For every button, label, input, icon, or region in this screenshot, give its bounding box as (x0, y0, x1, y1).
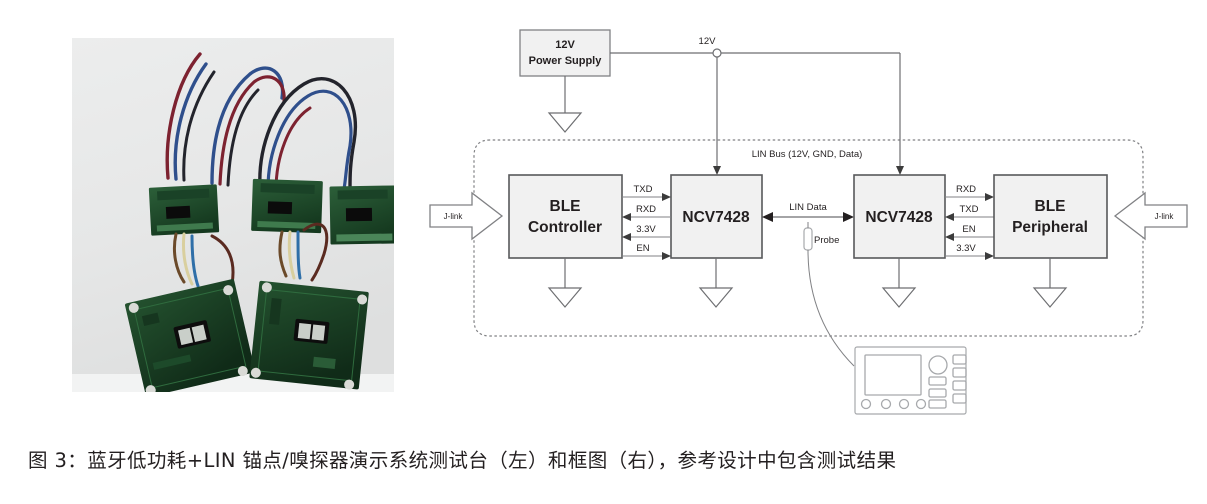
rail-junction-node (712, 48, 722, 58)
block-diagram-svg: 12V Power Supply 12V LIN Bus (12V, GND, … (429, 29, 1188, 415)
power-supply-line2: Power Supply (529, 55, 603, 67)
probe-label: Probe (814, 235, 839, 246)
figure-container: 12V Power Supply 12V LIN Bus (12V, GND, … (0, 0, 1207, 504)
power-supply-line1: 12V (555, 39, 575, 51)
ground-symbol-ncv7428-left (698, 287, 734, 308)
left-signal-bundle: TXD RXD 3.3V EN (622, 184, 671, 260)
rail-12v-label: 12V (699, 36, 717, 47)
ground-symbol-ble-controller (547, 287, 583, 308)
signal-label-txd-left: TXD (634, 184, 653, 195)
signal-label-rxd-left: RXD (636, 204, 656, 215)
signal-label-txd-right: TXD (960, 204, 979, 215)
power-supply-block (519, 29, 611, 77)
ground-symbol-ble-peripheral (1032, 287, 1068, 308)
probe: Probe (803, 222, 855, 367)
lin-data-label: LIN Data (789, 202, 827, 213)
ble-controller-block (508, 174, 623, 259)
jlink-right-label: J-link (1155, 212, 1175, 221)
ble-controller-line2: Controller (528, 219, 602, 236)
signal-label-3v3-right: 3.3V (956, 243, 976, 254)
testbench-photo (72, 38, 394, 392)
signal-label-3v3-left: 3.3V (636, 224, 656, 235)
jlink-left-label: J-link (444, 212, 464, 221)
jlink-left: J-link (429, 191, 504, 241)
ground-symbol-psu (547, 112, 583, 133)
ble-peripheral-line2: Peripheral (1012, 219, 1088, 236)
lin-data-link: LIN Data (762, 202, 854, 222)
block-diagram: 12V Power Supply 12V LIN Bus (12V, GND, … (410, 0, 1207, 440)
ble-controller-line1: BLE (550, 198, 581, 215)
right-signal-bundle: RXD TXD EN 3.3V (945, 184, 994, 260)
ble-peripheral-block (993, 174, 1108, 259)
lin-bus-label: LIN Bus (12V, GND, Data) (752, 149, 863, 160)
signal-label-rxd-right: RXD (956, 184, 976, 195)
figure-caption: 图 3：蓝牙低功耗+LIN 锚点/嗅探器演示系统测试台（左）和框图（右），参考设… (28, 449, 897, 472)
signal-label-en-right: EN (962, 224, 975, 235)
ncv7428-left-label: NCV7428 (682, 209, 750, 226)
ble-peripheral-line1: BLE (1035, 198, 1066, 215)
ground-symbol-ncv7428-right (881, 287, 917, 308)
signal-label-en-left: EN (636, 243, 649, 254)
oscilloscope (854, 346, 967, 415)
jlink-right: J-link (1113, 191, 1188, 241)
ncv7428-right-label: NCV7428 (865, 209, 933, 226)
photo-illustration (72, 38, 394, 392)
